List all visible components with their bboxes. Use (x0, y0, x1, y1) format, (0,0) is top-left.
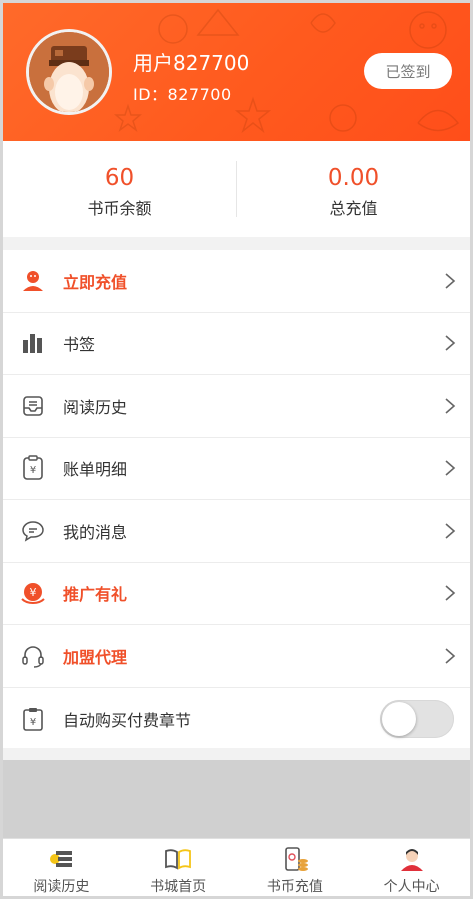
menu-item-agent[interactable]: 加盟代理 (3, 625, 470, 688)
profile-header: 用户827700 ID：827700 已签到 (3, 3, 470, 141)
decor-icon (417, 109, 460, 132)
money-bag-icon: ¥ (3, 581, 63, 605)
user-avatar-icon (400, 849, 423, 871)
open-book-icon (165, 849, 192, 870)
section-gap (3, 237, 470, 250)
stat-label: 总充值 (329, 199, 378, 218)
books-icon (3, 331, 63, 355)
stats-panel: 60 书币余额 0.00 总充值 (3, 141, 470, 237)
chevron-right-icon (430, 272, 470, 290)
decor-icon (310, 13, 336, 33)
decor-icon (158, 14, 188, 44)
headset-icon (3, 644, 63, 668)
menu-item-messages[interactable]: 我的消息 (3, 500, 470, 563)
menu-list: 立即充值 书签 阅读历史 ¥ 账单明细 我的消息 ¥ 推广有礼 加盟代理 ¥ 自… (3, 250, 470, 750)
chevron-right-icon (430, 522, 470, 540)
menu-item-label: 我的消息 (63, 522, 128, 542)
sign-in-button[interactable]: 已签到 (364, 53, 452, 89)
tab-bookstore-home[interactable]: 书城首页 (120, 839, 237, 896)
user-id: ID：827700 (133, 85, 232, 104)
svg-text:¥: ¥ (30, 717, 36, 728)
decor-icon (409, 11, 447, 49)
toggle-knob (382, 701, 416, 736)
svg-text:¥: ¥ (30, 586, 37, 599)
tab-reading-history[interactable]: 阅读历史 (3, 839, 120, 896)
chevron-right-icon (430, 334, 470, 352)
decor-icon (196, 8, 240, 36)
menu-item-label: 阅读历史 (63, 397, 128, 417)
history-tray-icon (3, 394, 63, 418)
menu-item-recharge[interactable]: 立即充值 (3, 250, 470, 313)
chevron-right-icon (430, 647, 470, 665)
svg-text:¥: ¥ (30, 465, 36, 476)
tab-label: 书币充值 (266, 879, 323, 895)
menu-item-bookmarks[interactable]: 书签 (3, 313, 470, 375)
menu-item-label: 加盟代理 (63, 647, 128, 667)
clipboard-yen-icon: ¥ (3, 706, 63, 732)
chevron-right-icon (430, 584, 470, 602)
menu-item-label: 立即充值 (63, 272, 128, 292)
bill-icon: ¥ (3, 455, 63, 481)
avatar[interactable] (26, 29, 112, 115)
app-frame: 用户827700 ID：827700 已签到 60 书币余额 0.00 总充值 … (3, 3, 470, 896)
coin-phone-icon (285, 847, 308, 871)
tab-label: 阅读历史 (33, 879, 90, 895)
message-icon (3, 519, 63, 543)
menu-item-label: 推广有礼 (63, 585, 128, 605)
tab-personal-center[interactable]: 个人中心 (353, 839, 470, 896)
menu-item-auto-buy: ¥ 自动购买付费章节 (3, 688, 470, 751)
chevron-right-icon (430, 397, 470, 415)
decor-icon (234, 96, 272, 134)
reading-history-icon (50, 851, 73, 867)
menu-item-label: 账单明细 (63, 460, 128, 480)
tab-label: 个人中心 (383, 879, 440, 895)
avatar-image (29, 32, 109, 112)
person-icon (3, 269, 63, 293)
stat-label: 书币余额 (87, 199, 152, 218)
menu-item-bills[interactable]: ¥ 账单明细 (3, 438, 470, 500)
stat-total-recharge[interactable]: 0.00 总充值 (237, 141, 470, 237)
tab-label: 书城首页 (150, 879, 207, 895)
decor-icon (113, 103, 143, 133)
stat-value: 0.00 (327, 165, 380, 191)
section-gap (3, 748, 470, 760)
auto-buy-toggle[interactable] (380, 699, 454, 738)
username: 用户827700 (133, 51, 250, 75)
stat-value: 60 (104, 165, 135, 191)
menu-item-referral[interactable]: ¥ 推广有礼 (3, 563, 470, 625)
stat-coin-balance[interactable]: 60 书币余额 (3, 141, 236, 237)
bottom-tab-bar: 阅读历史 书城首页 书币充值 个人中心 (3, 838, 470, 896)
menu-item-label: 书签 (63, 335, 96, 355)
decor-icon (329, 104, 357, 132)
tab-coin-recharge[interactable]: 书币充值 (237, 839, 354, 896)
chevron-right-icon (430, 459, 470, 477)
menu-item-reading-history[interactable]: 阅读历史 (3, 375, 470, 438)
